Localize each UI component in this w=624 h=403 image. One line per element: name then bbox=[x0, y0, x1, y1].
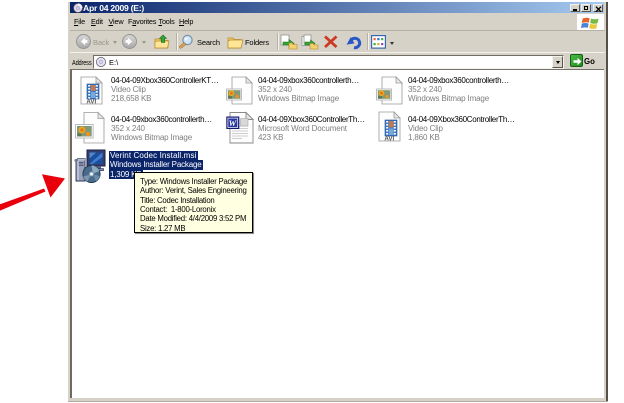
svg-text:AVI: AVI bbox=[86, 98, 96, 105]
svg-text:AVI: AVI bbox=[384, 136, 394, 142]
